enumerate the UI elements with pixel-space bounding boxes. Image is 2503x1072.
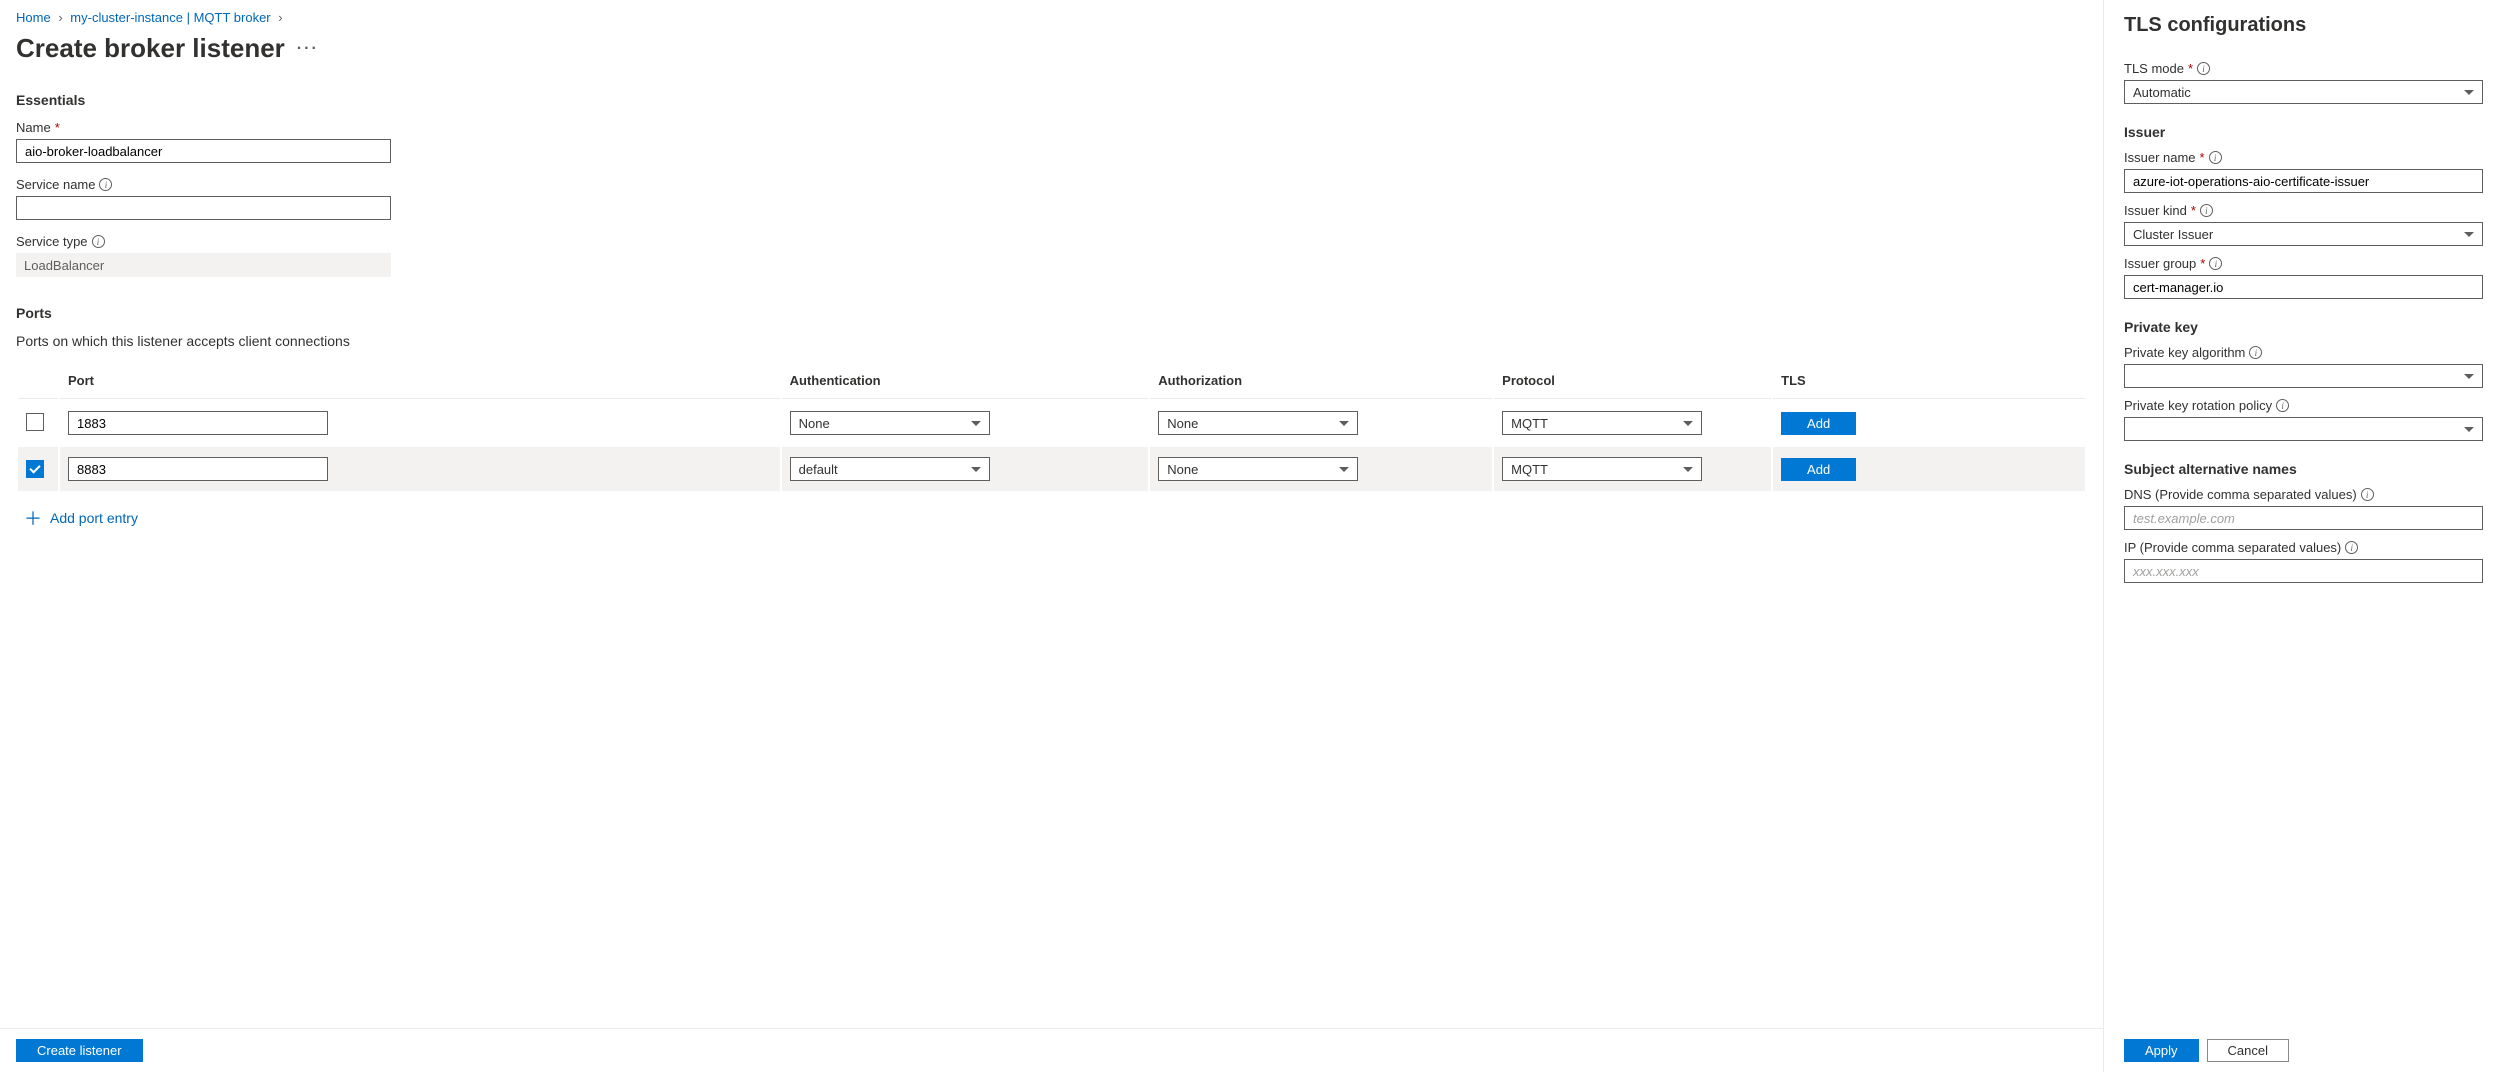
add-port-label: Add port entry bbox=[50, 510, 138, 526]
chevron-down-icon bbox=[2464, 232, 2474, 237]
chevron-down-icon bbox=[2464, 90, 2474, 95]
tls-add-button[interactable]: Add bbox=[1781, 412, 1856, 435]
required-indicator: * bbox=[2188, 61, 2193, 76]
ports-description: Ports on which this listener accepts cli… bbox=[16, 333, 2087, 349]
chevron-down-icon bbox=[2464, 427, 2474, 432]
chevron-down-icon bbox=[1683, 421, 1693, 426]
ip-label: IP (Provide comma separated values) bbox=[2124, 540, 2341, 555]
port-input[interactable] bbox=[68, 457, 328, 481]
info-icon[interactable] bbox=[2197, 62, 2210, 75]
create-listener-button[interactable]: Create listener bbox=[16, 1039, 143, 1062]
required-indicator: * bbox=[2200, 256, 2205, 271]
protocol-select[interactable]: MQTT bbox=[1502, 457, 1702, 481]
ports-table: Port Authentication Authorization Protoc… bbox=[16, 361, 2087, 493]
name-label: Name bbox=[16, 120, 51, 135]
info-icon[interactable] bbox=[2345, 541, 2358, 554]
service-type-value: LoadBalancer bbox=[16, 253, 391, 277]
auth-select[interactable]: default bbox=[790, 457, 990, 481]
cancel-button[interactable]: Cancel bbox=[2207, 1039, 2289, 1062]
protocol-select[interactable]: MQTT bbox=[1502, 411, 1702, 435]
pk-algo-select[interactable] bbox=[2124, 364, 2483, 388]
issuer-kind-label: Issuer kind bbox=[2124, 203, 2187, 218]
chevron-down-icon bbox=[971, 421, 981, 426]
info-icon[interactable] bbox=[2209, 151, 2222, 164]
row-checkbox[interactable] bbox=[26, 413, 44, 431]
col-authz: Authorization bbox=[1150, 363, 1492, 399]
issuer-name-label: Issuer name bbox=[2124, 150, 2196, 165]
required-indicator: * bbox=[55, 120, 60, 135]
breadcrumb: Home › my-cluster-instance | MQTT broker… bbox=[16, 10, 2087, 25]
chevron-down-icon bbox=[1339, 421, 1349, 426]
issuer-header: Issuer bbox=[2124, 124, 2483, 140]
table-row: None None MQTT Add bbox=[18, 401, 2085, 445]
tls-mode-select[interactable]: Automatic bbox=[2124, 80, 2483, 104]
authz-select[interactable]: None bbox=[1158, 457, 1358, 481]
issuer-group-input[interactable] bbox=[2124, 275, 2483, 299]
info-icon[interactable] bbox=[2276, 399, 2289, 412]
port-input[interactable] bbox=[68, 411, 328, 435]
col-auth: Authentication bbox=[782, 363, 1149, 399]
issuer-kind-select[interactable]: Cluster Issuer bbox=[2124, 222, 2483, 246]
chevron-right-icon: › bbox=[278, 10, 282, 25]
info-icon[interactable] bbox=[2209, 257, 2222, 270]
add-port-button[interactable]: ＋ Add port entry bbox=[24, 505, 2087, 531]
chevron-down-icon bbox=[2464, 374, 2474, 379]
service-name-input[interactable] bbox=[16, 196, 391, 220]
chevron-down-icon bbox=[971, 467, 981, 472]
private-key-header: Private key bbox=[2124, 319, 2483, 335]
pk-rotation-select[interactable] bbox=[2124, 417, 2483, 441]
page-title: Create broker listener bbox=[16, 33, 285, 64]
more-actions-button[interactable]: ··· bbox=[297, 40, 319, 58]
table-row: default None MQTT Add bbox=[18, 447, 2085, 491]
info-icon[interactable] bbox=[92, 235, 105, 248]
info-icon[interactable] bbox=[99, 178, 112, 191]
dns-label: DNS (Provide comma separated values) bbox=[2124, 487, 2357, 502]
row-checkbox[interactable] bbox=[26, 460, 44, 478]
chevron-right-icon: › bbox=[58, 10, 62, 25]
tls-mode-label: TLS mode bbox=[2124, 61, 2184, 76]
issuer-group-label: Issuer group bbox=[2124, 256, 2196, 271]
info-icon[interactable] bbox=[2249, 346, 2262, 359]
info-icon[interactable] bbox=[2361, 488, 2374, 501]
auth-select[interactable]: None bbox=[790, 411, 990, 435]
name-input[interactable] bbox=[16, 139, 391, 163]
col-port: Port bbox=[60, 363, 780, 399]
tls-panel-title: TLS configurations bbox=[2124, 10, 2483, 37]
required-indicator: * bbox=[2191, 203, 2196, 218]
breadcrumb-cluster[interactable]: my-cluster-instance | MQTT broker bbox=[70, 10, 270, 25]
breadcrumb-home[interactable]: Home bbox=[16, 10, 51, 25]
issuer-name-input[interactable] bbox=[2124, 169, 2483, 193]
apply-button[interactable]: Apply bbox=[2124, 1039, 2199, 1062]
dns-input[interactable] bbox=[2124, 506, 2483, 530]
chevron-down-icon bbox=[1339, 467, 1349, 472]
required-indicator: * bbox=[2200, 150, 2205, 165]
pk-algo-label: Private key algorithm bbox=[2124, 345, 2245, 360]
info-icon[interactable] bbox=[2200, 204, 2213, 217]
chevron-down-icon bbox=[1683, 467, 1693, 472]
service-name-label: Service name bbox=[16, 177, 95, 192]
col-tls: TLS bbox=[1773, 363, 2085, 399]
service-type-label: Service type bbox=[16, 234, 88, 249]
col-protocol: Protocol bbox=[1494, 363, 1771, 399]
essentials-header: Essentials bbox=[16, 92, 2087, 108]
san-header: Subject alternative names bbox=[2124, 461, 2483, 477]
ports-header: Ports bbox=[16, 305, 2087, 321]
plus-icon: ＋ bbox=[24, 505, 42, 531]
tls-add-button[interactable]: Add bbox=[1781, 458, 1856, 481]
authz-select[interactable]: None bbox=[1158, 411, 1358, 435]
ip-input[interactable] bbox=[2124, 559, 2483, 583]
pk-rotation-label: Private key rotation policy bbox=[2124, 398, 2272, 413]
